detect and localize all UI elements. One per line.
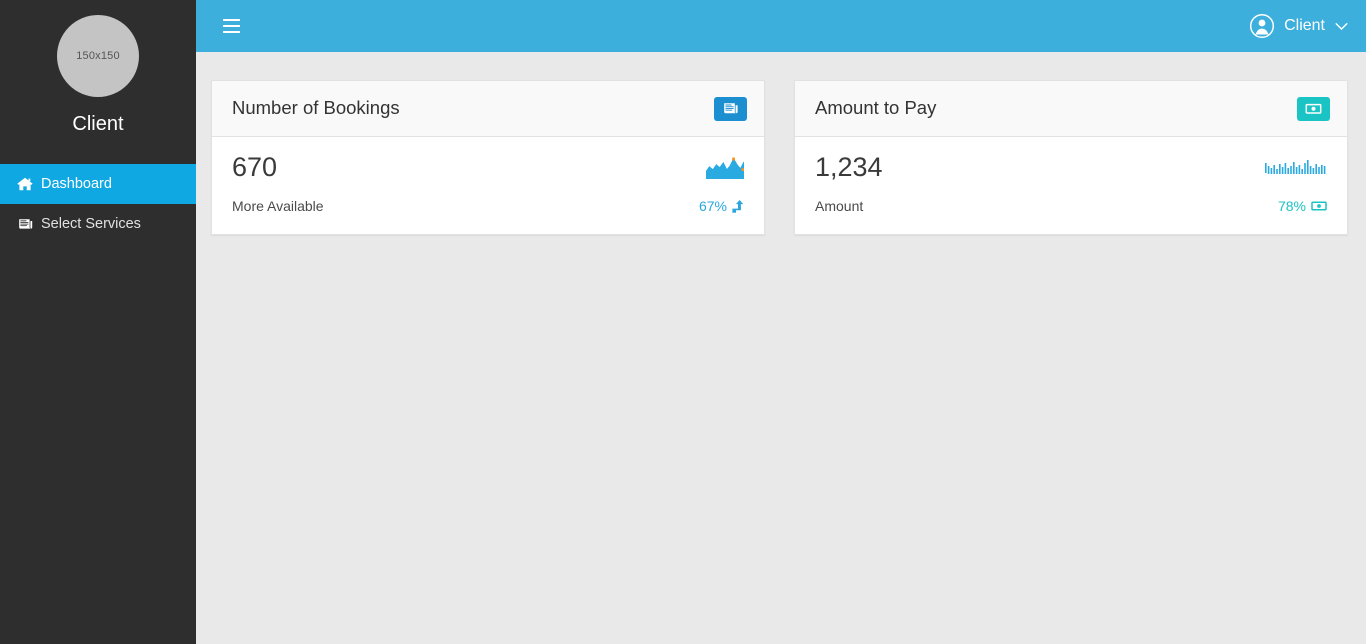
card-sub-label: Amount: [815, 198, 864, 215]
card-title: Number of Bookings: [232, 97, 400, 119]
card-header: Number of Bookings: [212, 81, 764, 137]
home-icon: [16, 176, 34, 192]
card-value-row: 670: [232, 153, 744, 181]
hamburger-bar: [222, 24, 240, 28]
hamburger-bar: [222, 30, 240, 34]
money-bill-icon: [1305, 103, 1322, 114]
area-sparkline-chart: [706, 157, 744, 179]
card-title: Amount to Pay: [815, 97, 937, 119]
newspaper-icon: [16, 216, 34, 232]
avatar: 150x150: [57, 15, 139, 97]
profile-name: Client: [72, 113, 124, 135]
sidebar-item-label: Select Services: [41, 216, 141, 232]
stat-card-row: Number of Bookings 670 More Available 67…: [211, 80, 1348, 236]
level-up-arrow-icon: [732, 199, 744, 213]
card-percent-value: 78%: [1277, 198, 1306, 215]
card-body: 1,234 Amount 78%: [795, 137, 1347, 235]
avatar-placeholder-label: 150x150: [76, 50, 120, 62]
sidebar-profile: 150x150 Client: [0, 0, 196, 134]
card-footer-row: More Available 67%: [232, 198, 744, 214]
user-menu[interactable]: Client: [1249, 13, 1348, 39]
card-value: 1,234: [815, 152, 883, 182]
sidebar-item-select-services[interactable]: Select Services: [0, 204, 196, 244]
hamburger-bar: [222, 18, 240, 22]
card-sub-label: More Available: [232, 198, 324, 215]
bar-sparkline-chart: [1265, 160, 1326, 174]
sidebar-menu: Dashboard Select Services: [0, 164, 196, 244]
card-amount-to-pay: Amount to Pay 1,234 Amount 78%: [794, 80, 1348, 236]
user-circle-icon: [1250, 13, 1275, 39]
sidebar: 150x150 Client Dashboard Select Services: [0, 0, 196, 644]
card-value: 670: [232, 152, 278, 182]
chevron-down-icon: [1335, 22, 1348, 30]
card-percent-group: 78%: [1278, 198, 1327, 214]
user-menu-label: Client: [1284, 17, 1325, 34]
sidebar-item-dashboard[interactable]: Dashboard: [0, 164, 196, 204]
card-number-of-bookings: Number of Bookings 670 More Available 67…: [211, 80, 765, 236]
card-percent-value: 67%: [698, 198, 727, 215]
newspaper-icon: [724, 103, 738, 114]
hamburger-icon[interactable]: [212, 7, 250, 45]
dashboard-page: 150x150 Client Dashboard Select Services…: [0, 0, 1366, 644]
card-body: 670 More Available 67%: [212, 137, 764, 235]
main-content: Number of Bookings 670 More Available 67…: [196, 52, 1366, 644]
money-bill-icon-button[interactable]: [1297, 96, 1330, 121]
card-header: Amount to Pay: [795, 81, 1347, 137]
newspaper-icon-button[interactable]: [714, 96, 747, 121]
sidebar-item-label: Dashboard: [41, 176, 112, 192]
money-bill-icon: [1311, 201, 1327, 211]
top-header: Client: [196, 0, 1366, 52]
card-percent-group: 67%: [699, 198, 744, 214]
card-footer-row: Amount 78%: [815, 198, 1327, 214]
card-value-row: 1,234: [815, 153, 1327, 181]
